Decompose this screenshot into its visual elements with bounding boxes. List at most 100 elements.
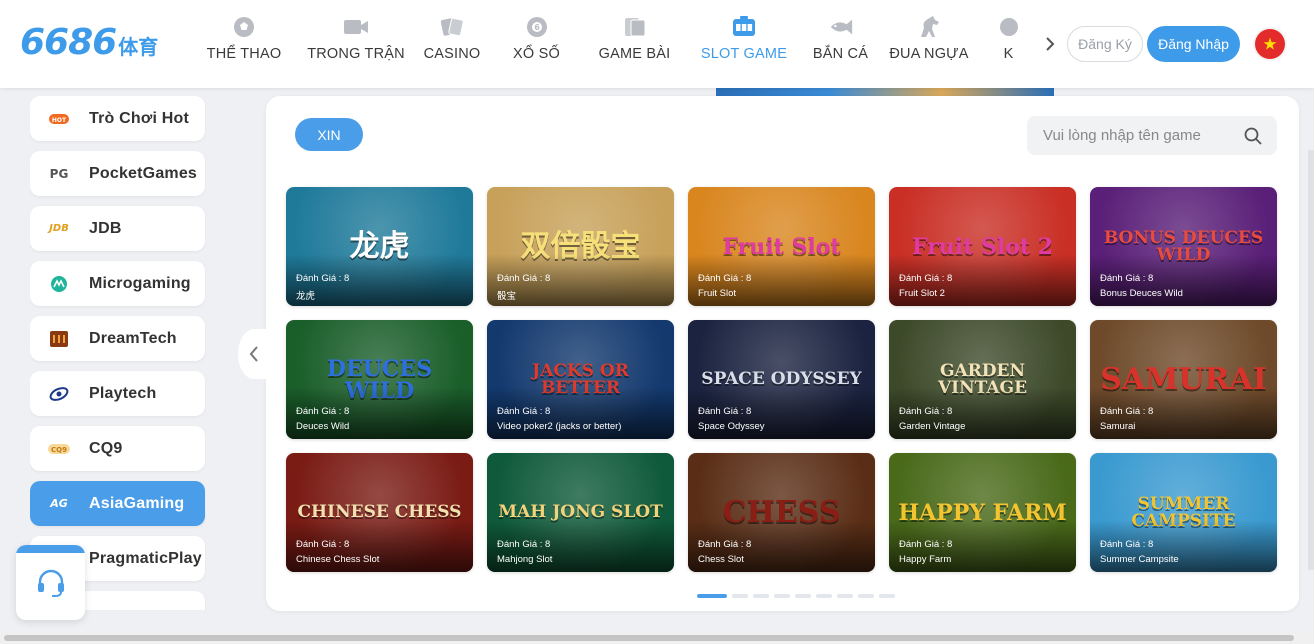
nav-item-label: TRONG TRẬN (307, 46, 405, 62)
dreamtech-logo-icon (48, 330, 70, 348)
game-search (1027, 116, 1277, 155)
sidebar-item-trò-chơi-hot[interactable]: HOT Trò Chơi Hot (30, 96, 205, 141)
sidebar-item-jdb[interactable]: JDB JDB (30, 206, 205, 251)
game-grid: 龙虎 Đánh Giá : 8 龙虎 双倍骰宝 Đánh Giá : 8 骰宝 Fruit … (286, 187, 1278, 573)
sidebar-item-asiagaming[interactable]: AG AsiaGaming (30, 481, 205, 526)
game-card[interactable]: JACKS OR BETTERĐánh Giá : 8Video poker2 … (487, 320, 674, 439)
game-name: Bonus Deuces Wild (1100, 288, 1183, 299)
game-rating: Đánh Giá : 8 (296, 273, 350, 284)
nav-item-label: BẮN CÁ (812, 46, 869, 62)
nav-item-label: GAME BÀI (598, 46, 671, 62)
game-card[interactable]: 龙虎 Đánh Giá : 8 龙虎 (286, 187, 473, 306)
customer-support-button[interactable] (16, 545, 85, 620)
game-name: Chinese Chess Slot (296, 554, 380, 565)
game-card[interactable]: 双倍骰宝 Đánh Giá : 8 骰宝 (487, 187, 674, 306)
game-rating: Đánh Giá : 8 (497, 539, 551, 550)
scrollbar-thumb[interactable] (4, 635, 1294, 641)
sidebar-item-dreamtech[interactable]: DreamTech (30, 316, 205, 361)
game-card[interactable]: GARDEN VINTAGEĐánh Giá : 8Garden Vintage (889, 320, 1076, 439)
game-art-title: CHINESE CHESS (297, 502, 462, 522)
pagination-dot[interactable] (774, 594, 790, 598)
nav-item-label: ĐUA NGỰA (889, 46, 969, 62)
pagination-dot[interactable] (837, 594, 853, 598)
game-card[interactable]: Fruit Slot Đánh Giá : 8 Fruit Slot (688, 187, 875, 306)
slot-machine-icon (731, 14, 757, 40)
game-card[interactable]: SUMMER CAMPSITEĐánh Giá : 8Summer Campsi… (1090, 453, 1277, 572)
sidebar-item-playtech[interactable]: Playtech (30, 371, 205, 416)
game-card[interactable]: MAH JONG SLOT Đánh Giá : 8 Mahjong Slot (487, 453, 674, 572)
pagination-dot[interactable] (753, 594, 769, 598)
game-card[interactable]: CHESS Đánh Giá : 8 Chess Slot (688, 453, 875, 572)
game-card[interactable]: SAMURAI Đánh Giá : 8 Samurai (1090, 320, 1277, 439)
game-name: Fruit Slot (698, 288, 737, 299)
logo-suffix: 体育 (118, 35, 159, 59)
sidebar-item-label: CQ9 (89, 439, 123, 457)
game-card[interactable]: Fruit Slot 2 Đánh Giá : 8 Fruit Slot 2 (889, 187, 1076, 306)
game-name: Summer Campsite (1100, 554, 1179, 565)
game-card[interactable]: HAPPY FARM Đánh Giá : 8 Happy Farm (889, 453, 1076, 572)
sidebar-item-label: Microgaming (89, 274, 191, 292)
nav-item-game-bài[interactable]: GAME BÀI (584, 0, 685, 88)
game-name: Happy Farm (899, 554, 952, 565)
game-card[interactable]: SPACE ODYSSEY Đánh Giá : 8 Space Odyssey (688, 320, 875, 439)
register-button[interactable]: Đăng Ký (1067, 26, 1143, 62)
nav-item-label: THỂ THAO (206, 46, 282, 62)
pagination-dot[interactable] (858, 594, 874, 598)
game-rating: Đánh Giá : 8 (497, 406, 551, 417)
nav-item-trong-trận[interactable]: TRONG TRẬN (297, 0, 415, 88)
game-rating: Đánh Giá : 8 (899, 273, 953, 284)
pagination-dot[interactable] (795, 594, 811, 598)
game-card[interactable]: CHINESE CHESS Đánh Giá : 8 Chinese Chess S… (286, 453, 473, 572)
pagination-dot[interactable] (879, 594, 895, 598)
nav-item-casino[interactable]: CASINO (415, 0, 489, 88)
horizontal-scrollbar[interactable] (0, 632, 1314, 644)
search-icon[interactable] (1243, 126, 1263, 146)
right-scroll-edge (1308, 150, 1314, 570)
nav-item-slot-game[interactable]: SLOT GAME (685, 0, 803, 88)
banner-edge (716, 88, 1054, 96)
sidebar-item-label: PocketGames (89, 164, 198, 182)
chevron-right-icon (1046, 37, 1055, 51)
fish-icon (828, 14, 854, 40)
pagination-dot[interactable] (697, 594, 727, 598)
login-button[interactable]: Đăng Nhập (1147, 26, 1240, 62)
nav-next-arrow[interactable] (1041, 34, 1059, 54)
game-name: Chess Slot (698, 554, 744, 565)
sidebar-item-label: Playtech (89, 384, 157, 402)
support-topbar (16, 545, 85, 553)
nav-item-k[interactable]: K (980, 0, 1037, 88)
headset-icon (37, 569, 64, 597)
sidebar-item-label: PragmaticPlay (89, 549, 202, 567)
nav-item-label: XỔ SỐ (513, 46, 560, 62)
site-logo[interactable]: 6686 体育 (20, 22, 158, 64)
svg-text:6: 6 (534, 23, 540, 32)
soccer-ball-icon (231, 14, 257, 40)
sidebar-item-label: Trò Chơi Hot (89, 109, 189, 127)
nav-item-label: SLOT GAME (700, 46, 788, 62)
filter-tag-button[interactable]: XIN (295, 118, 363, 151)
game-rating: Đánh Giá : 8 (497, 273, 551, 284)
nav-item-đua-ngựa[interactable]: ĐUA NGỰA (878, 0, 980, 88)
game-rating: Đánh Giá : 8 (698, 273, 752, 284)
microgaming-logo-icon (48, 275, 70, 293)
game-card[interactable]: DEUCES WILDĐánh Giá : 8Deuces Wild (286, 320, 473, 439)
nav-item-thể-thao[interactable]: THỂ THAO (191, 0, 297, 88)
chevron-left-icon (249, 346, 258, 362)
game-card[interactable]: BONUS DEUCES WILDĐánh Giá : 8Bonus Deuce… (1090, 187, 1277, 306)
horse-icon (916, 14, 942, 40)
nav-item-xổ-số[interactable]: 6 XỔ SỐ (489, 0, 584, 88)
game-rating: Đánh Giá : 8 (899, 406, 953, 417)
jdb-logo-icon: JDB (49, 223, 69, 234)
pagination-dot[interactable] (816, 594, 832, 598)
search-input[interactable] (1043, 127, 1243, 144)
cq9-logo-icon: CQ9 (48, 440, 70, 458)
prev-page-arrow[interactable] (238, 329, 270, 379)
nav-item-bắn-cá[interactable]: BẮN CÁ (803, 0, 878, 88)
sidebar-item-cq9[interactable]: CQ9 CQ9 (30, 426, 205, 471)
vietnam-flag-icon[interactable] (1255, 29, 1285, 59)
sidebar-item-pocketgames[interactable]: PG PocketGames (30, 151, 205, 196)
nav-item-label: CASINO (423, 46, 481, 62)
game-name: Mahjong Slot (497, 554, 553, 565)
sidebar-item-microgaming[interactable]: Microgaming (30, 261, 205, 306)
pagination-dot[interactable] (732, 594, 748, 598)
